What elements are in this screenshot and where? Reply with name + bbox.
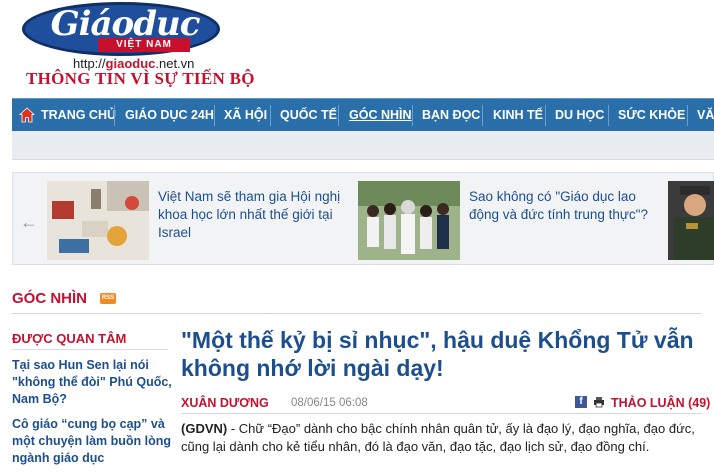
nav-divider	[214, 105, 215, 126]
nav-divider	[687, 105, 688, 126]
carousel-prev-arrow-icon[interactable]: ←	[20, 212, 38, 233]
discussion-link[interactable]: THẢO LUẬN (49)	[611, 396, 710, 410]
nav-divider	[270, 105, 271, 126]
rss-icon[interactable]: RSS	[100, 293, 116, 304]
article-date: 08/06/15 06:08	[291, 397, 368, 409]
lead-body: - Chữ “Đạo” dành cho bậc chính nhân quân…	[181, 421, 695, 454]
carousel-card-title[interactable]: Việt Nam sẽ tham gia Hội nghị khoa học l…	[158, 188, 346, 242]
nav-divider	[608, 105, 609, 126]
nav-item-international[interactable]: QUỐC TẾ	[280, 99, 337, 132]
nav-item-readers[interactable]: BẠN ĐỌC	[422, 99, 480, 132]
sidebar-divider	[12, 349, 168, 350]
logo-subtitle: VIỆT NAM	[98, 38, 190, 52]
nav-item-health[interactable]: SỨC KHỎE	[618, 99, 685, 132]
nav-divider	[412, 105, 413, 126]
sidebar-link[interactable]: Tại sao Hun Sen lại nói "không thể đòi" …	[12, 357, 172, 408]
meta-divider	[181, 413, 702, 414]
nav-item-study-abroad[interactable]: DU HỌC	[555, 99, 604, 132]
nav-divider	[482, 105, 483, 126]
site-tagline: THÔNG TIN VÌ SỰ TIẾN BỘ	[26, 69, 255, 88]
nav-item-society[interactable]: XÃ HỘI	[224, 99, 267, 132]
article-headline: "Một thế kỷ bị sỉ nhục", hậu duệ Khổng T…	[181, 327, 694, 381]
facebook-share-icon[interactable]: f	[575, 396, 587, 408]
section-title[interactable]: GÓC NHÌN	[12, 290, 87, 307]
nav-item-culture[interactable]: VĂN	[697, 99, 714, 132]
nav-divider	[338, 105, 339, 126]
sidebar-link[interactable]: Cô giáo “cung bọ cạp” và một chuyện làm …	[12, 416, 172, 467]
print-icon[interactable]	[593, 396, 605, 408]
nav-item-perspective[interactable]: GÓC NHÌN	[349, 99, 412, 132]
sidebar-heading: ĐƯỢC QUAN TÂM	[12, 331, 127, 346]
lead-prefix: (GDVN)	[181, 421, 228, 436]
section-divider	[12, 313, 702, 314]
nav-item-economy[interactable]: KINH TẾ	[493, 99, 543, 132]
article-author[interactable]: XUÂN DƯƠNG	[181, 396, 269, 410]
logo-wordmark: Giáoduc	[50, 4, 201, 44]
home-icon[interactable]	[19, 107, 35, 123]
card-thumbnail-image[interactable]	[668, 181, 714, 260]
card-thumbnail-image[interactable]	[358, 181, 460, 260]
nav-divider	[545, 105, 546, 126]
main-nav: TRANG CHỦ GIÁO DỤC 24H XÃ HỘI QUỐC TẾ GÓ…	[12, 98, 714, 132]
carousel-card-title[interactable]: Sao không có "Giáo dục lao động và đức t…	[469, 188, 659, 224]
card-thumbnail-image[interactable]	[47, 181, 149, 260]
nav-divider	[114, 105, 115, 126]
article-lead: (GDVN) - Chữ “Đạo” dành cho bậc chính nh…	[181, 420, 704, 456]
nav-item-home[interactable]: TRANG CHỦ	[41, 99, 116, 132]
nav-item-education-24h[interactable]: GIÁO DỤC 24H	[125, 99, 214, 132]
sub-nav-bar	[12, 131, 714, 160]
